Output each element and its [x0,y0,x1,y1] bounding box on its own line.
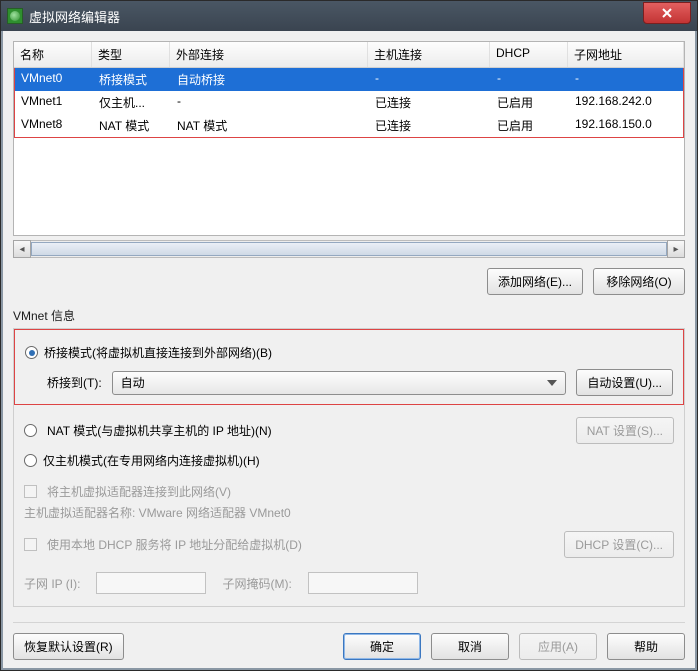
checkbox-host-adapter-label: 将主机虚拟适配器连接到此网络(V) [47,483,231,500]
cell-dhcp: 已启用 [491,116,569,135]
app-icon [7,8,23,24]
cell-name: VMnet1 [15,93,93,112]
horizontal-scrollbar[interactable]: ◂ ▸ [13,240,685,258]
col-subnet[interactable]: 子网地址 [568,42,684,67]
radio-nat[interactable] [24,424,37,437]
radio-hostonly-row[interactable]: 仅主机模式(在专用网络内连接虚拟机)(H) [24,452,674,469]
cell-external: NAT 模式 [171,116,369,135]
radio-hostonly-label: 仅主机模式(在专用网络内连接虚拟机)(H) [43,452,260,469]
radio-nat-row[interactable]: NAT 模式(与虚拟机共享主机的 IP 地址)(N) NAT 设置(S)... [24,417,674,444]
host-adapter-name-value: VMware 网络适配器 VMnet0 [139,506,291,520]
cell-type: 桥接模式 [93,70,171,89]
table-row[interactable]: VMnet8 NAT 模式 NAT 模式 已连接 已启用 192.168.150… [15,114,683,137]
close-button[interactable] [643,2,691,24]
cell-name: VMnet0 [15,70,93,89]
col-type[interactable]: 类型 [92,42,170,67]
checkbox-dhcp [24,538,37,551]
subnet-ip-label: 子网 IP (I): [24,575,80,592]
scroll-track[interactable] [31,240,667,258]
table-header: 名称 类型 外部连接 主机连接 DHCP 子网地址 [14,42,684,68]
cancel-button[interactable]: 取消 [431,633,509,660]
vmnet-info-label: VMnet 信息 [13,307,685,324]
nat-settings-button: NAT 设置(S)... [576,417,674,444]
bridged-to-select[interactable]: 自动 [112,371,567,395]
table-row[interactable]: VMnet0 桥接模式 自动桥接 - - - [15,68,683,91]
table-body: VMnet0 桥接模式 自动桥接 - - - VMnet1 仅主机... - 已… [15,68,683,137]
radio-bridged[interactable] [25,346,38,359]
col-name[interactable]: 名称 [14,42,92,67]
cell-host: - [369,70,491,89]
bridged-to-value: 自动 [121,374,145,391]
dialog-buttons: 恢复默认设置(R) 确定 取消 应用(A) 帮助 [13,622,685,660]
auto-settings-button[interactable]: 自动设置(U)... [576,369,673,396]
radio-bridged-row[interactable]: 桥接模式(将虚拟机直接连接到外部网络)(B) [25,344,673,361]
col-external[interactable]: 外部连接 [170,42,368,67]
cell-type: 仅主机... [93,93,171,112]
window-title: 虚拟网络编辑器 [29,7,643,26]
col-host[interactable]: 主机连接 [368,42,490,67]
table-buttons: 添加网络(E)... 移除网络(O) [13,268,685,295]
col-dhcp[interactable]: DHCP [490,42,568,67]
close-icon [661,7,673,19]
cell-dhcp: - [491,70,569,89]
highlight-box-bridged: 桥接模式(将虚拟机直接连接到外部网络)(B) 桥接到(T): 自动 自动设置(U… [14,329,684,405]
cell-external: - [171,93,369,112]
bridged-to-label: 桥接到(T): [47,374,102,391]
radio-nat-label: NAT 模式(与虚拟机共享主机的 IP 地址)(N) [47,422,272,439]
host-adapter-name-label: 主机虚拟适配器名称: [24,506,139,520]
vmnet-info-group: 桥接模式(将虚拟机直接连接到外部网络)(B) 桥接到(T): 自动 自动设置(U… [13,328,685,607]
cell-type: NAT 模式 [93,116,171,135]
radio-hostonly[interactable] [24,454,37,467]
cell-host: 已连接 [369,116,491,135]
cell-subnet: 192.168.150.0 [569,116,683,135]
apply-button: 应用(A) [519,633,597,660]
subnet-mask-input [308,572,418,594]
cell-name: VMnet8 [15,116,93,135]
restore-defaults-button[interactable]: 恢复默认设置(R) [13,633,124,660]
scroll-thumb[interactable] [31,242,667,256]
chevron-down-icon [547,380,557,386]
host-adapter-name-row: 主机虚拟适配器名称: VMware 网络适配器 VMnet0 [24,504,674,521]
client-area: 名称 类型 外部连接 主机连接 DHCP 子网地址 VMnet0 桥接模式 自动… [1,31,697,670]
cell-subnet: - [569,70,683,89]
highlight-box-table: VMnet0 桥接模式 自动桥接 - - - VMnet1 仅主机... - 已… [14,68,684,138]
cell-external: 自动桥接 [171,70,369,89]
radio-bridged-label: 桥接模式(将虚拟机直接连接到外部网络)(B) [44,344,272,361]
ok-button[interactable]: 确定 [343,633,421,660]
network-table: 名称 类型 外部连接 主机连接 DHCP 子网地址 VMnet0 桥接模式 自动… [13,41,685,236]
cell-host: 已连接 [369,93,491,112]
subnet-row: 子网 IP (I): 子网掩码(M): [24,572,674,594]
connect-host-adapter-row: 将主机虚拟适配器连接到此网络(V) [24,483,674,500]
remove-network-button[interactable]: 移除网络(O) [593,268,685,295]
subnet-ip-input [96,572,206,594]
add-network-button[interactable]: 添加网络(E)... [487,268,583,295]
bridged-to-row: 桥接到(T): 自动 自动设置(U)... [47,369,673,396]
dhcp-settings-button: DHCP 设置(C)... [564,531,674,558]
cell-dhcp: 已启用 [491,93,569,112]
checkbox-dhcp-label: 使用本地 DHCP 服务将 IP 地址分配给虚拟机(D) [47,536,302,553]
virtual-network-editor-dialog: 虚拟网络编辑器 名称 类型 外部连接 主机连接 DHCP 子网地址 VMnet0… [0,0,698,671]
scroll-right-button[interactable]: ▸ [667,240,685,258]
table-row[interactable]: VMnet1 仅主机... - 已连接 已启用 192.168.242.0 [15,91,683,114]
cell-subnet: 192.168.242.0 [569,93,683,112]
help-button[interactable]: 帮助 [607,633,685,660]
checkbox-host-adapter [24,485,37,498]
titlebar: 虚拟网络编辑器 [1,1,697,31]
subnet-mask-label: 子网掩码(M): [222,575,291,592]
dhcp-row: 使用本地 DHCP 服务将 IP 地址分配给虚拟机(D) DHCP 设置(C).… [24,531,674,558]
scroll-left-button[interactable]: ◂ [13,240,31,258]
